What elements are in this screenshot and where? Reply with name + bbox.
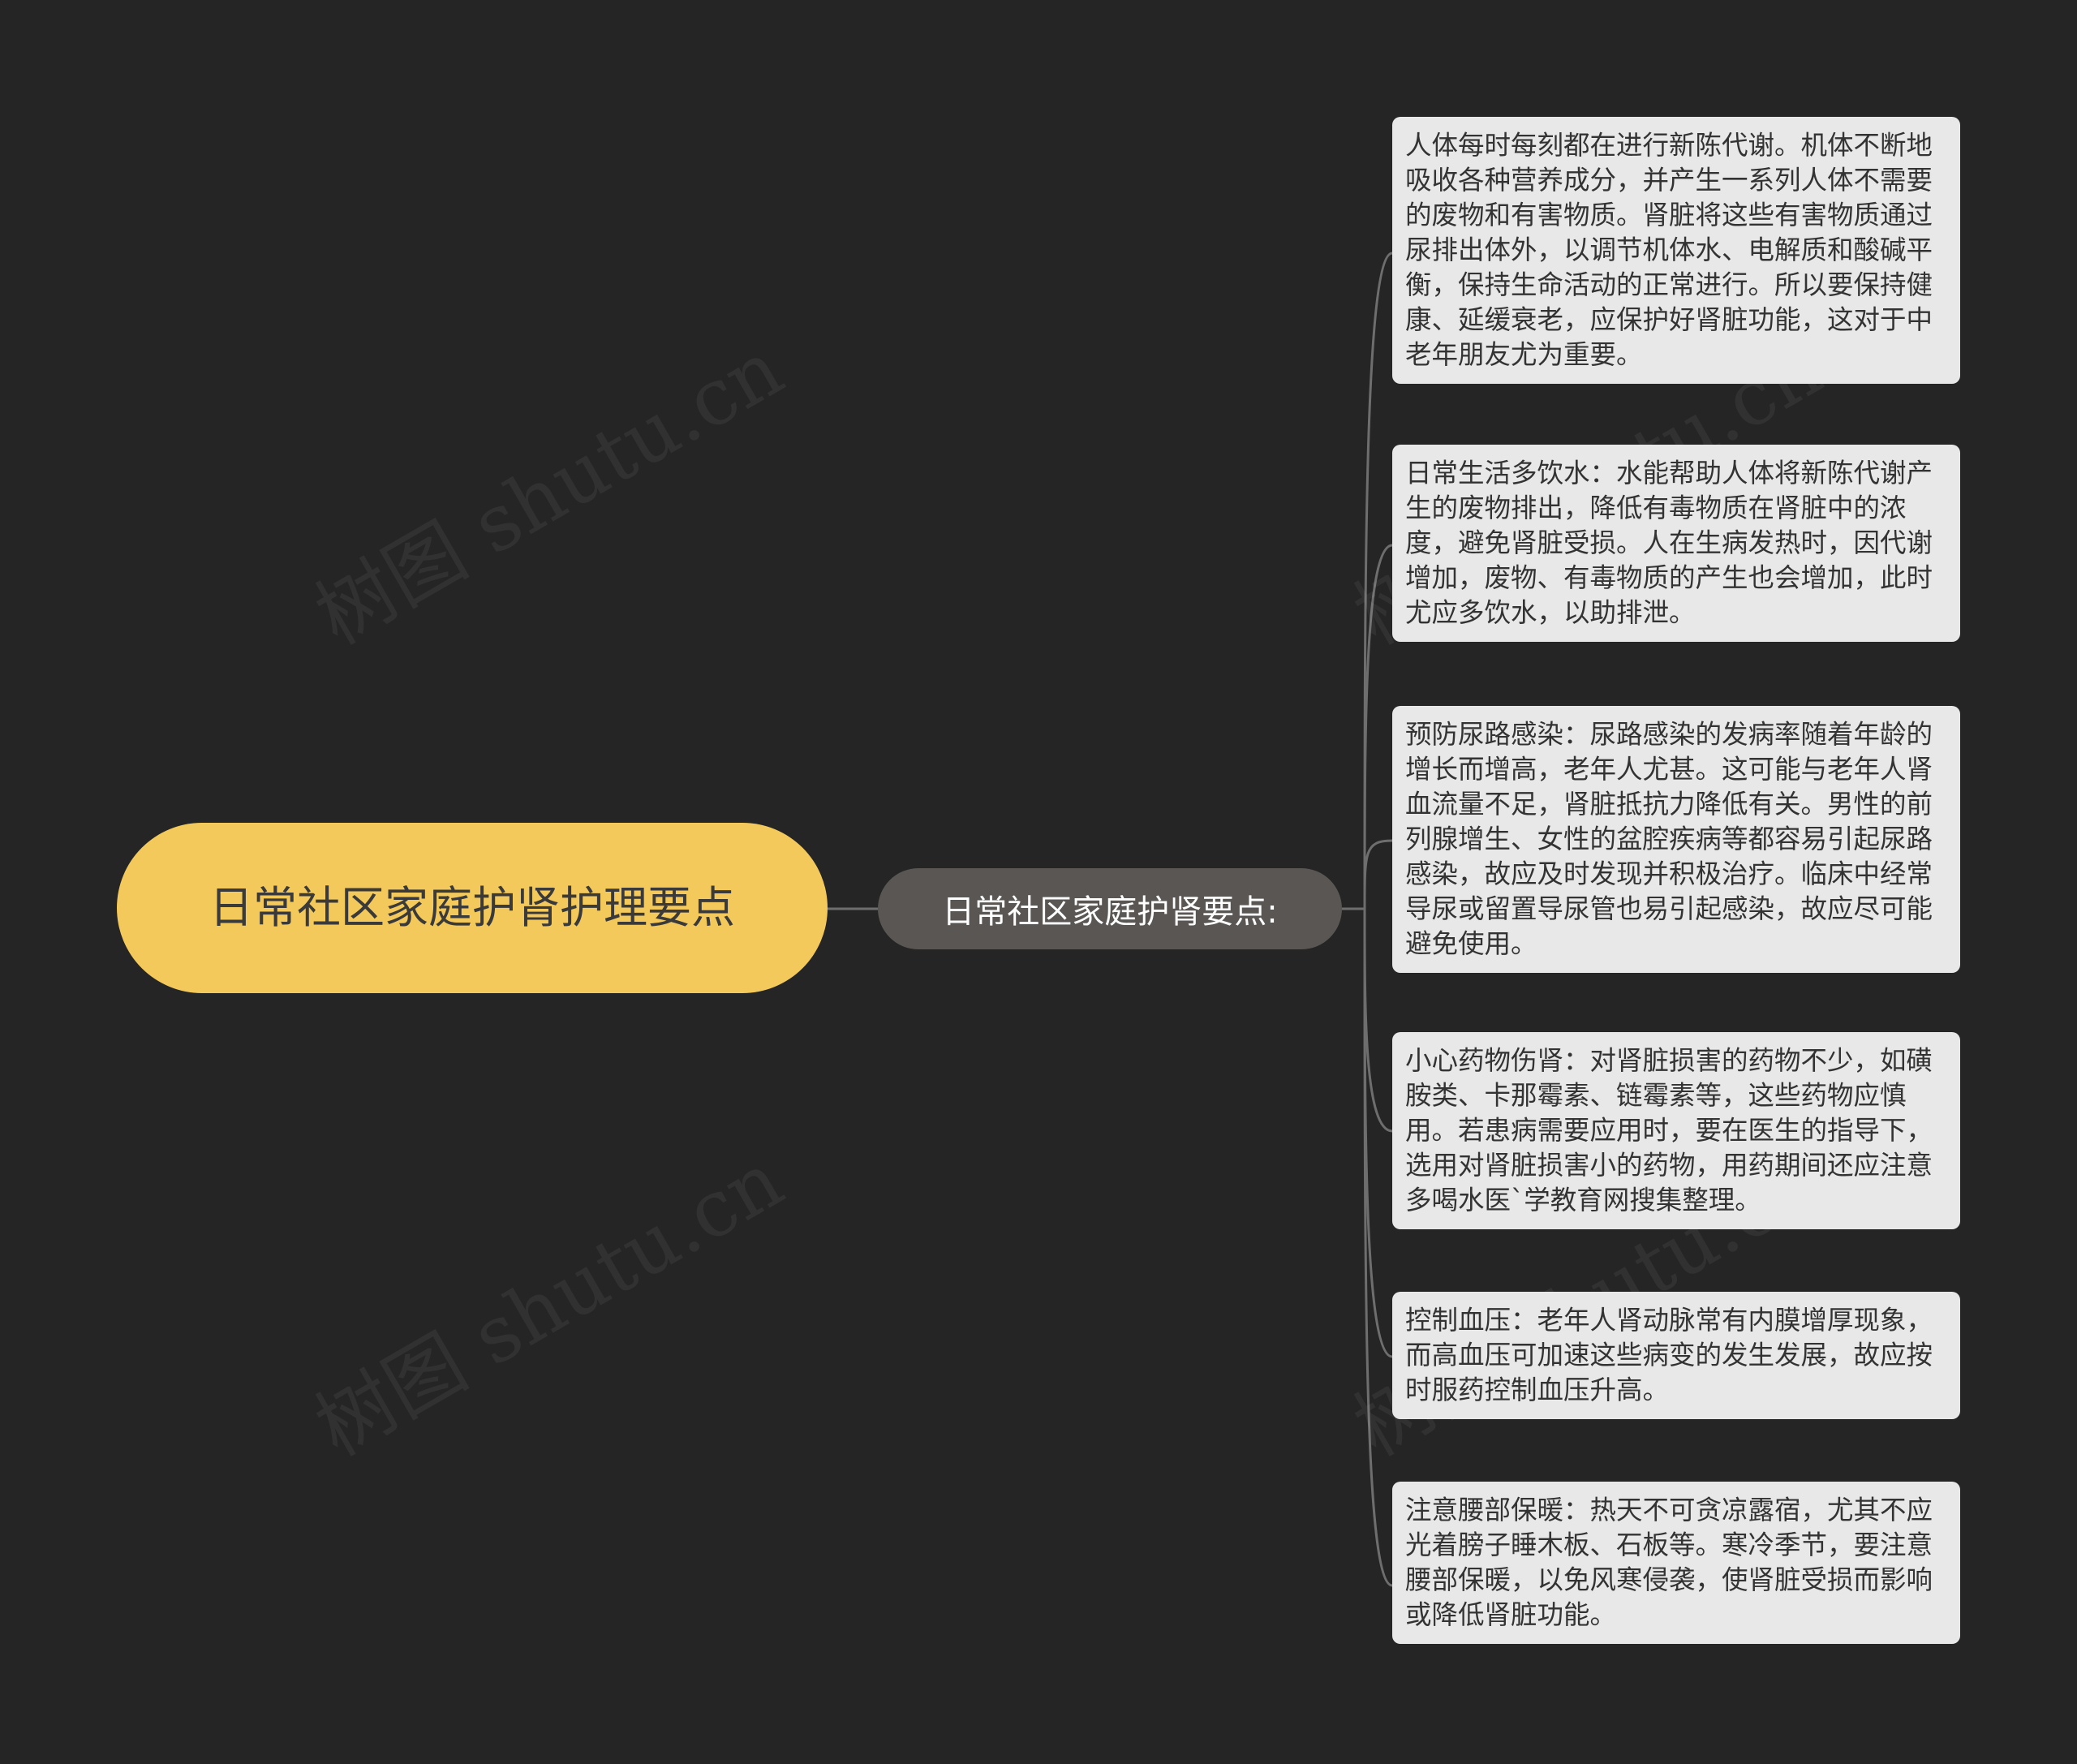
branch-node-label: 日常社区家庭护肾要点: <box>942 893 1278 931</box>
connector-leaf-5 <box>1363 908 1393 1358</box>
connector-leaf-1 <box>1363 252 1393 910</box>
root-node[interactable]: 日常社区家庭护肾护理要点 <box>117 823 828 993</box>
leaf-node[interactable]: 人体每时每刻都在进行新陈代谢。机体不断地吸收各种营养成分，并产生一系列人体不需要… <box>1392 117 1960 384</box>
leaf-node-text: 人体每时每刻都在进行新陈代谢。机体不断地吸收各种营养成分，并产生一系列人体不需要… <box>1405 130 1933 370</box>
leaf-node[interactable]: 小心药物伤肾：对肾脏损害的药物不少，如磺胺类、卡那霉素、链霉素等，这些药物应慎用… <box>1392 1032 1960 1229</box>
connector-leaf-4 <box>1363 908 1393 1133</box>
branch-node[interactable]: 日常社区家庭护肾要点: <box>878 868 1342 949</box>
leaf-node[interactable]: 控制血压：老年人肾动脉常有内膜增厚现象，而高血压可加速这些病变的发生发展，故应按… <box>1392 1292 1960 1419</box>
mindmap-canvas: 树图 shutu.cn 树图 shutu.cn 树图 shutu.cn 树图 s… <box>0 0 2077 1764</box>
connector-leaf-3 <box>1363 839 1393 910</box>
leaf-node-text: 控制血压：老年人肾动脉常有内膜增厚现象，而高血压可加速这些病变的发生发展，故应按… <box>1405 1305 1933 1405</box>
leaf-node[interactable]: 注意腰部保暖：热天不可贪凉露宿，尤其不应光着膀子睡木板、石板等。寒冷季节，要注意… <box>1392 1482 1960 1644</box>
leaf-node[interactable]: 预防尿路感染：尿路感染的发病率随着年龄的增长而增高，老年人尤甚。这可能与老年人肾… <box>1392 706 1960 973</box>
leaf-node[interactable]: 日常生活多饮水：水能帮助人体将新陈代谢产生的废物排出，降低有毒物质在肾脏中的浓度… <box>1392 445 1960 642</box>
leaf-node-text: 注意腰部保暖：热天不可贪凉露宿，尤其不应光着膀子睡木板、石板等。寒冷季节，要注意… <box>1405 1495 1933 1630</box>
leaf-node-text: 预防尿路感染：尿路感染的发病率随着年龄的增长而增高，老年人尤甚。这可能与老年人肾… <box>1405 719 1933 959</box>
leaf-node-text: 日常生活多饮水：水能帮助人体将新陈代谢产生的废物排出，降低有毒物质在肾脏中的浓度… <box>1405 458 1933 628</box>
leaf-node-text: 小心药物伤肾：对肾脏损害的药物不少，如磺胺类、卡那霉素、链霉素等，这些药物应慎用… <box>1405 1045 1933 1215</box>
root-node-label: 日常社区家庭护肾护理要点 <box>209 882 735 933</box>
